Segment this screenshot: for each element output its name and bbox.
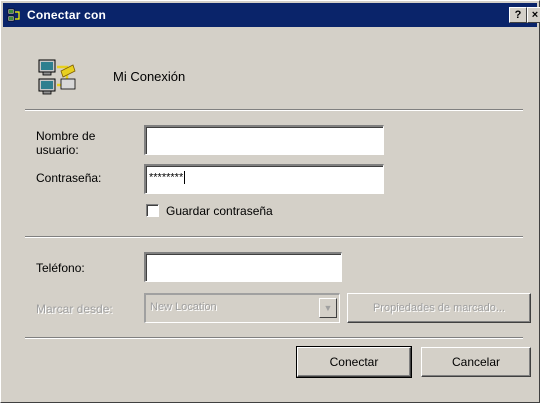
password-input[interactable]: ******** — [144, 164, 384, 194]
network-connection-icon — [7, 8, 20, 22]
password-mask: ******** — [149, 171, 184, 184]
connection-name: Mi Conexión — [113, 69, 186, 84]
separator — [25, 109, 523, 111]
dial-from-value: New Location — [150, 301, 217, 313]
username-input[interactable] — [144, 125, 384, 155]
save-password-checkbox[interactable] — [146, 204, 159, 217]
cancel-button[interactable]: Cancelar — [421, 347, 531, 377]
phone-input[interactable] — [144, 252, 342, 282]
phone-label: Teléfono: — [36, 261, 85, 275]
dialup-connection-icon — [38, 59, 76, 95]
text-caret — [184, 171, 186, 184]
password-label: Contraseña: — [36, 171, 102, 185]
separator — [25, 236, 523, 238]
dial-from-select[interactable]: New Location ▼ — [144, 293, 340, 323]
dialing-properties-button[interactable]: Propiedades de marcado... — [347, 293, 531, 323]
help-button[interactable]: ? — [509, 7, 527, 23]
separator — [25, 337, 523, 339]
chevron-down-icon[interactable]: ▼ — [319, 298, 337, 318]
connect-dialog: Conectar con ? × Mi Conexión Nombre de us… — [0, 0, 540, 403]
window-title: Conectar con — [27, 8, 107, 22]
close-button[interactable]: × — [527, 7, 540, 23]
title-bar[interactable]: Conectar con ? × — [3, 3, 540, 27]
connect-button[interactable]: Conectar — [296, 346, 412, 378]
save-password-label[interactable]: Guardar contraseña — [166, 204, 273, 218]
username-label: Nombre de usuario: — [36, 129, 96, 157]
dial-from-label: Marcar desde: — [36, 302, 113, 316]
